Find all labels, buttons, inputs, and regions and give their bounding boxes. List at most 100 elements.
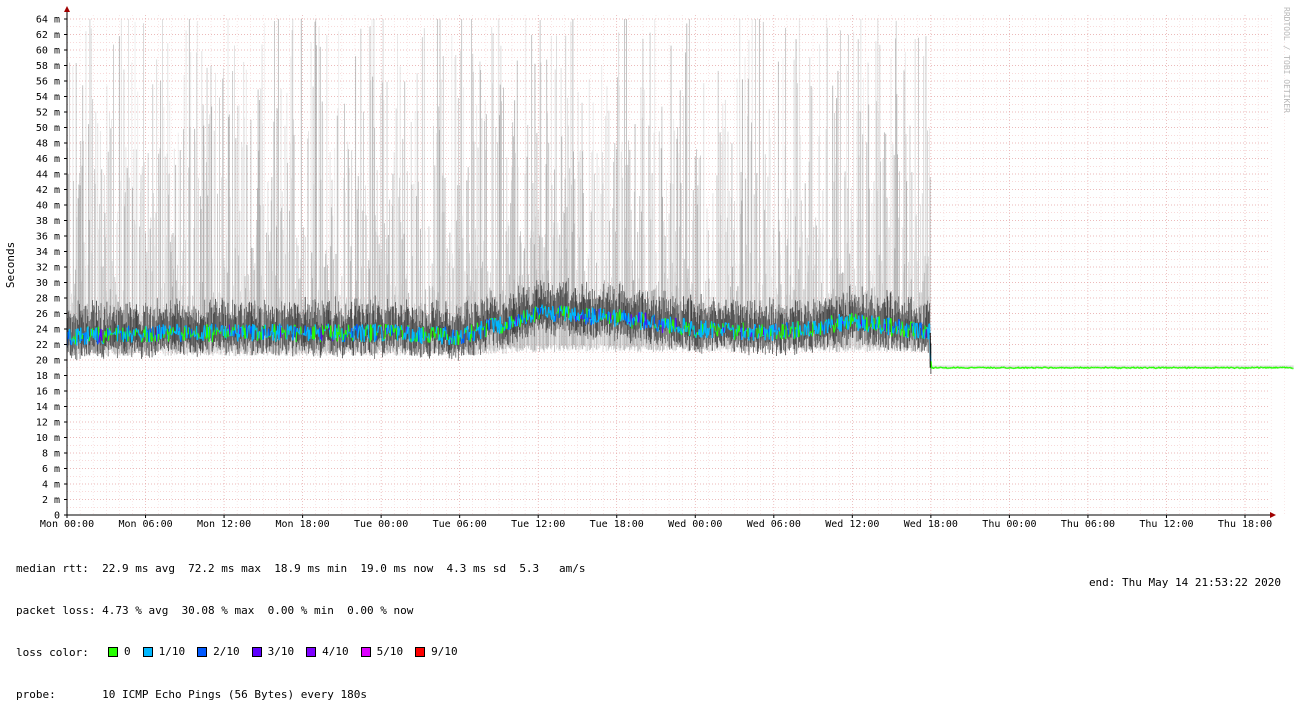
median-segment <box>189 327 190 328</box>
median-segment <box>613 312 614 315</box>
median-segment <box>426 332 427 338</box>
median-segment <box>419 327 420 336</box>
median-segment <box>317 330 318 334</box>
median-segment <box>195 336 196 337</box>
median-segment <box>649 321 650 327</box>
median-segment <box>733 325 734 327</box>
median-segment <box>376 336 377 341</box>
median-segment <box>96 327 97 341</box>
median-segment <box>170 329 171 335</box>
median-segment <box>188 327 189 334</box>
median-segment <box>452 334 453 344</box>
median-segment <box>1062 367 1063 368</box>
median-segment <box>897 331 898 335</box>
median-segment <box>761 328 762 337</box>
median-segment <box>360 325 361 326</box>
median-segment <box>373 325 374 327</box>
median-segment <box>411 339 412 342</box>
median-segment <box>485 327 486 336</box>
median-segment <box>259 331 260 332</box>
median-segment <box>805 324 806 325</box>
median-segment <box>901 329 902 336</box>
median-segment <box>130 331 131 333</box>
median-segment <box>776 335 777 339</box>
median-segment <box>388 325 389 331</box>
median-segment <box>907 324 908 338</box>
median-segment <box>248 326 249 327</box>
median-segment <box>918 333 919 339</box>
median-segment <box>178 331 179 335</box>
median-segment <box>826 320 827 321</box>
median-segment <box>520 323 521 328</box>
median-segment <box>555 314 556 322</box>
median-segment <box>650 327 651 328</box>
median-segment <box>105 331 106 336</box>
median-segment <box>118 325 119 333</box>
median-segment <box>795 327 796 329</box>
median-segment <box>831 315 832 319</box>
median-segment <box>225 326 226 338</box>
median-segment <box>458 335 459 345</box>
median-segment <box>380 325 381 327</box>
median-segment <box>502 326 503 333</box>
median-segment <box>687 326 688 327</box>
median-segment <box>387 325 388 334</box>
median-segment <box>173 327 174 331</box>
median-segment <box>315 324 316 327</box>
median-segment <box>323 332 324 335</box>
median-segment <box>540 313 541 314</box>
median-segment <box>524 310 525 319</box>
median-segment <box>265 325 266 338</box>
median-segment <box>683 318 684 333</box>
median-segment <box>588 311 589 322</box>
median-segment <box>808 321 809 336</box>
median-segment <box>462 339 463 344</box>
median-segment <box>403 338 404 339</box>
median-segment <box>132 338 133 343</box>
median-segment <box>749 328 750 341</box>
median-segment <box>637 318 638 322</box>
median-segment <box>703 330 704 335</box>
median-segment <box>847 316 848 330</box>
median-segment <box>1115 367 1116 368</box>
median-segment <box>310 328 311 336</box>
median-segment <box>285 330 286 336</box>
median-segment <box>922 333 923 339</box>
median-segment <box>164 334 165 338</box>
median-segment <box>519 314 520 318</box>
median-segment <box>827 328 828 333</box>
median-segment <box>267 336 268 337</box>
median-segment <box>797 323 798 338</box>
median-segment <box>928 324 929 340</box>
median-segment <box>651 324 652 327</box>
median-segment <box>593 308 594 324</box>
median-segment <box>593 323 594 324</box>
median-segment <box>1079 367 1080 368</box>
median-segment <box>381 326 382 331</box>
median-segment <box>853 318 854 322</box>
median-segment <box>583 310 584 319</box>
median-segment <box>562 309 563 313</box>
median-segment <box>1043 367 1044 368</box>
median-segment <box>514 321 515 324</box>
median-segment <box>229 325 230 336</box>
median-segment <box>161 338 162 339</box>
median-segment <box>94 330 95 333</box>
median-segment <box>354 326 355 341</box>
median-segment <box>81 339 82 341</box>
median-segment <box>521 315 522 320</box>
median-segment <box>263 329 264 340</box>
median-segment <box>534 312 535 322</box>
median-segment <box>442 338 443 344</box>
median-segment <box>1042 367 1043 368</box>
median-segment <box>829 324 830 325</box>
median-segment <box>470 334 471 342</box>
median-segment <box>507 322 508 329</box>
median-segment <box>988 367 989 368</box>
median-segment <box>427 337 428 338</box>
median-segment <box>912 323 913 326</box>
median-segment <box>902 322 903 328</box>
median-segment <box>68 331 69 339</box>
median-segment <box>715 326 716 331</box>
median-segment <box>87 327 88 344</box>
